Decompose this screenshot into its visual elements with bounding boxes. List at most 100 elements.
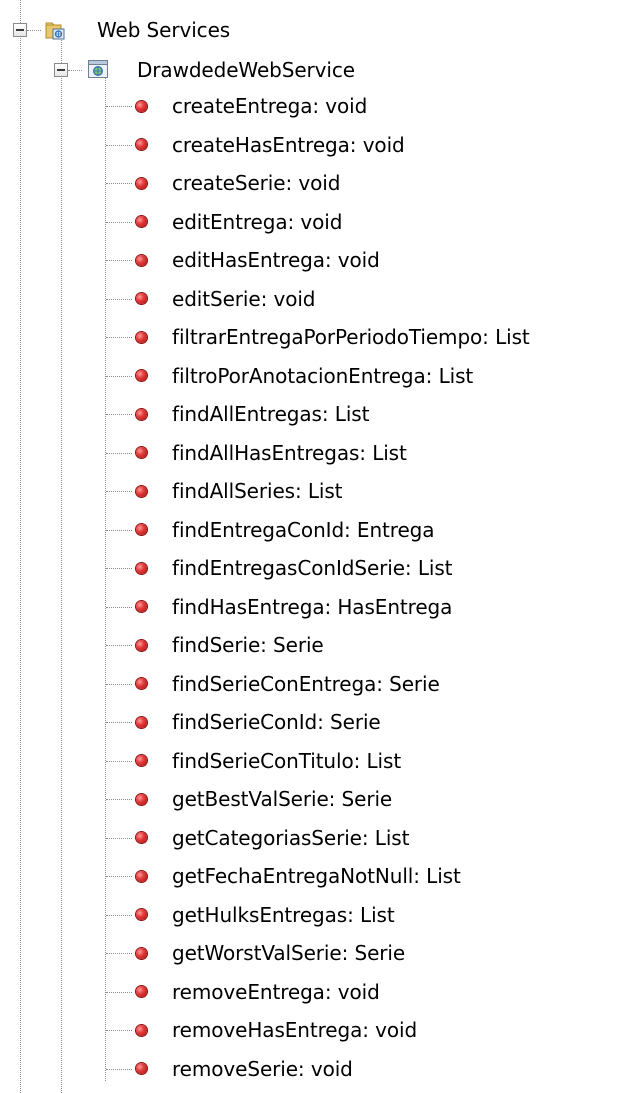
method-label: findAllEntregas: List	[172, 402, 370, 426]
method-label: getCategoriasSerie: List	[172, 825, 410, 850]
operation-icon	[136, 447, 147, 458]
tree-node-method[interactable]: editHasEntrega: void	[136, 243, 380, 277]
method-label: createSerie: void	[172, 171, 341, 195]
tree-guide-line	[106, 414, 132, 415]
tree-guide-line	[105, 78, 106, 1081]
tree-guide-line	[106, 991, 132, 993]
method-label: findSerieConTitulo: List	[172, 748, 402, 773]
tree-node-web-services[interactable]: Web Services	[97, 13, 230, 47]
operation-icon	[136, 678, 147, 689]
tree-node-method[interactable]: findAllHasEntregas: List	[136, 436, 407, 470]
tree-node-method[interactable]: getHulksEntregas: List	[136, 898, 395, 932]
tree-node-label: DrawdedeWebService	[137, 58, 355, 82]
tree-node-method[interactable]: getCategoriasSerie: List	[136, 821, 409, 855]
tree-node-method[interactable]: findHasEntrega: HasEntrega	[136, 590, 452, 624]
tree-guide-line	[106, 568, 132, 569]
operation-icon	[136, 216, 147, 227]
tree-node-method[interactable]: findSerie: Serie	[136, 628, 324, 662]
tree-guide-line	[106, 799, 132, 800]
method-label: getHulksEntregas: List	[172, 902, 395, 927]
operation-icon	[136, 947, 147, 959]
tree-node-method[interactable]: findEntregaConId: Entrega	[136, 513, 435, 547]
tree-node-method[interactable]: removeSerie: void	[136, 1052, 353, 1086]
tree-guide-line	[106, 298, 132, 300]
method-label: findEntregasConIdSerie: List	[172, 556, 453, 580]
operation-icon	[136, 755, 147, 766]
operation-icon	[136, 909, 147, 920]
operation-icon	[136, 601, 147, 612]
tree-node-method[interactable]: getBestValSerie: Serie	[136, 782, 392, 816]
tree-guide-line	[106, 106, 132, 107]
operation-icon	[136, 832, 147, 843]
operation-icon	[136, 331, 147, 343]
operation-icon	[136, 100, 147, 112]
tree-node-method[interactable]: createEntrega: void	[136, 89, 367, 123]
tree-node-method[interactable]: editEntrega: void	[136, 205, 342, 239]
tree-guide-line	[106, 876, 132, 877]
method-label: createEntrega: void	[172, 94, 368, 118]
operation-icon	[136, 1024, 147, 1036]
operation-icon	[136, 293, 147, 304]
tree-node-method[interactable]: createHasEntrega: void	[136, 128, 405, 162]
method-label: getWorstValSerie: Serie	[172, 941, 406, 965]
tree-guide-line	[106, 260, 132, 261]
tree-guide-line	[106, 529, 132, 531]
method-label: editSerie: void	[172, 286, 316, 311]
operation-icon	[136, 639, 147, 651]
tree-guide-line	[106, 337, 132, 338]
tree-node-method[interactable]: findEntregasConIdSerie: List	[136, 551, 453, 585]
method-label: findEntregaConId: Entrega	[172, 517, 435, 542]
collapse-web-services-toggle[interactable]	[13, 23, 27, 37]
tree-guide-line	[106, 221, 132, 223]
tree-node-method[interactable]: filtroPorAnotacionEntrega: List	[136, 359, 473, 393]
tree-node-method[interactable]: createSerie: void	[136, 166, 340, 200]
operation-icon	[136, 254, 147, 266]
tree-guide-line	[106, 837, 132, 839]
method-label: editEntrega: void	[172, 209, 343, 234]
tree-node-method[interactable]: removeHasEntrega: void	[136, 1013, 417, 1047]
tree-node-method[interactable]: findSerieConEntrega: Serie	[136, 667, 440, 701]
tree-guide-line	[106, 683, 132, 685]
tree-guide-line	[106, 645, 132, 646]
tree-node-method[interactable]: findAllSeries: List	[136, 474, 343, 508]
tree-guide-line	[106, 1030, 132, 1031]
tree-node-method[interactable]: filtrarEntregaPorPeriodoTiempo: List	[136, 320, 530, 354]
operation-icon	[136, 139, 147, 150]
operation-icon	[136, 793, 147, 805]
collapse-service-toggle[interactable]	[54, 63, 68, 77]
tree-node-method[interactable]: getWorstValSerie: Serie	[136, 936, 405, 970]
tree-guide-line	[20, 0, 21, 1093]
tree-guide-line	[106, 914, 132, 916]
tree-guide-line	[106, 760, 132, 762]
operation-icon	[136, 986, 147, 997]
operation-icon	[136, 370, 147, 381]
tree-node-method[interactable]: removeEntrega: void	[136, 975, 380, 1009]
method-label: editHasEntrega: void	[172, 248, 380, 272]
method-label: removeHasEntrega: void	[172, 1018, 418, 1042]
tree-node-method[interactable]: editSerie: void	[136, 282, 316, 316]
tree-guide-line	[106, 452, 132, 454]
method-label: filtroPorAnotacionEntrega: List	[172, 363, 474, 388]
method-label: createHasEntrega: void	[172, 132, 405, 157]
method-label: getBestValSerie: Serie	[172, 787, 393, 811]
tree-node-drawdede-web-service[interactable]: DrawdedeWebService	[137, 53, 355, 87]
tree-node-method[interactable]: findAllEntregas: List	[136, 397, 369, 431]
tree-node-label: Web Services	[97, 18, 231, 42]
method-label: filtrarEntregaPorPeriodoTiempo: List	[172, 325, 530, 349]
tree-guide-line	[68, 70, 82, 71]
tree-guide-line	[61, 38, 62, 1093]
method-label: getFechaEntregaNotNull: List	[172, 864, 461, 888]
tree-guide-line	[106, 722, 132, 723]
operation-icon	[136, 716, 147, 728]
operation-icon	[136, 177, 147, 189]
tree-node-method[interactable]: findSerieConId: Serie	[136, 705, 381, 739]
tree-node-method[interactable]: findSerieConTitulo: List	[136, 744, 401, 778]
tree-guide-line	[106, 953, 132, 954]
operation-icon	[136, 408, 147, 420]
tree-guide-line	[106, 491, 132, 492]
web-services-tree: Web Services DrawdedeWebService createEn…	[0, 0, 638, 1093]
method-label: removeSerie: void	[172, 1056, 353, 1081]
tree-guide-line	[106, 1068, 132, 1070]
operation-icon	[136, 562, 147, 574]
tree-node-method[interactable]: getFechaEntregaNotNull: List	[136, 859, 461, 893]
